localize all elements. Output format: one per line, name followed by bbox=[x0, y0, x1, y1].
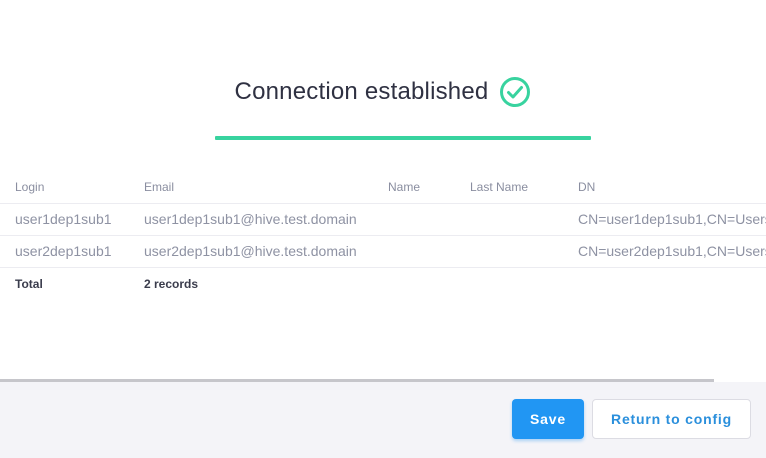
save-button[interactable]: Save bbox=[512, 399, 584, 439]
table-row: user1dep1sub1 user1dep1sub1@hive.test.do… bbox=[0, 203, 766, 236]
table-header-row: Login Email Name Last Name DN bbox=[0, 172, 766, 204]
column-header-last-name[interactable]: Last Name bbox=[470, 172, 578, 204]
connection-result-page: Connection established Login Email Name … bbox=[0, 0, 766, 458]
cell-last-name bbox=[470, 203, 578, 236]
total-empty-cell bbox=[470, 267, 578, 300]
table-row: user2dep1sub1 user2dep1sub1@hive.test.do… bbox=[0, 235, 766, 268]
total-empty-cell bbox=[578, 267, 766, 300]
total-empty-cell bbox=[388, 267, 470, 300]
users-table: Login Email Name Last Name DN user1dep1s… bbox=[0, 172, 766, 302]
return-to-config-button[interactable]: Return to config bbox=[592, 399, 751, 439]
cell-name bbox=[388, 235, 470, 268]
cell-email: user2dep1sub1@hive.test.domain bbox=[144, 235, 388, 268]
cell-dn: CN=user1dep1sub1,CN=Users bbox=[578, 203, 766, 236]
check-circle-icon bbox=[499, 76, 531, 108]
table-total-row: Total 2 records bbox=[0, 267, 766, 300]
total-value: 2 records bbox=[144, 276, 199, 291]
status-header: Connection established bbox=[0, 74, 766, 110]
cell-name bbox=[388, 203, 470, 236]
footer-bar: Save Return to config bbox=[0, 382, 766, 458]
page-title: Connection established bbox=[234, 78, 489, 105]
column-header-email[interactable]: Email bbox=[144, 172, 388, 204]
cell-last-name bbox=[470, 235, 578, 268]
cell-login: user2dep1sub1 bbox=[0, 235, 144, 268]
cell-dn: CN=user2dep1sub1,CN=Users bbox=[578, 235, 766, 268]
column-header-dn[interactable]: DN bbox=[578, 172, 766, 204]
column-header-login[interactable]: Login bbox=[0, 172, 144, 204]
cell-login: user1dep1sub1 bbox=[0, 203, 144, 236]
progress-bar bbox=[215, 136, 591, 140]
column-header-name[interactable]: Name bbox=[388, 172, 470, 204]
total-label: Total bbox=[15, 276, 43, 291]
cell-email: user1dep1sub1@hive.test.domain bbox=[144, 203, 388, 236]
